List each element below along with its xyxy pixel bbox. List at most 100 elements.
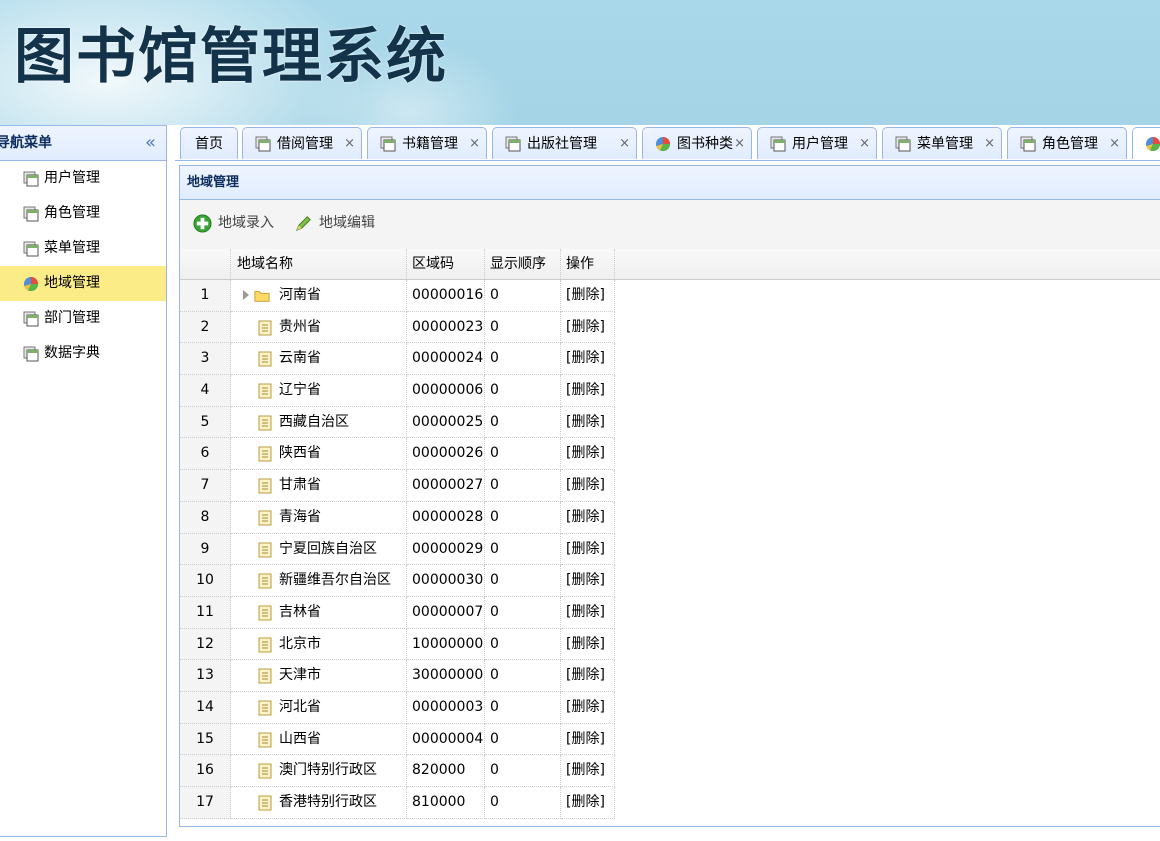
pie-chart-icon	[1146, 137, 1160, 152]
table-row[interactable]: 13 天津市 30000000 0 [删除]	[180, 660, 1160, 692]
tab-home[interactable]: 首页	[180, 127, 238, 159]
header-order[interactable]: 显示顺序	[485, 249, 561, 279]
delete-link[interactable]: [删除]	[561, 375, 615, 407]
table-row[interactable]: 12 北京市 10000000 0 [删除]	[180, 628, 1160, 661]
table-row[interactable]: 6 陕西省 00000026 0 [删除]	[180, 438, 1160, 471]
table-row[interactable]: 14 河北省 00000003 0 [删除]	[180, 691, 1160, 724]
row-number: 1	[180, 280, 231, 312]
nav-item[interactable]: 部门管理	[0, 301, 166, 336]
window-icon	[23, 206, 39, 222]
header-op[interactable]: 操作	[561, 249, 615, 279]
add-icon	[193, 214, 212, 233]
close-icon[interactable]: ×	[619, 128, 630, 159]
close-icon[interactable]: ×	[1109, 128, 1120, 159]
tab[interactable]: 出版社管理 ×	[492, 127, 637, 159]
window-icon	[23, 346, 39, 362]
region-name: 吉林省	[279, 603, 321, 620]
delete-link[interactable]: [删除]	[561, 533, 615, 566]
region-name-cell: 云南省	[231, 343, 407, 376]
region-name-cell: 河南省	[231, 280, 407, 312]
nav-item-label: 数据字典	[44, 345, 100, 361]
display-order: 0	[485, 406, 561, 439]
delete-link[interactable]: [删除]	[561, 470, 615, 502]
tab[interactable]: 用户管理 ×	[757, 127, 877, 159]
add-region-button[interactable]: 地域录入	[193, 212, 274, 234]
delete-link[interactable]: [删除]	[561, 343, 615, 376]
delete-link[interactable]: [删除]	[561, 501, 615, 534]
tab[interactable]: 菜单管理 ×	[882, 127, 1002, 159]
delete-link[interactable]: [删除]	[561, 628, 615, 661]
close-icon[interactable]: ×	[859, 128, 870, 159]
file-icon	[258, 795, 272, 811]
nav-item[interactable]: 用户管理	[0, 161, 166, 196]
table-row[interactable]: 17 香港特别行政区 810000 0 [删除]	[180, 787, 1160, 819]
delete-link[interactable]: [删除]	[561, 438, 615, 471]
table-row[interactable]: 2 贵州省 00000023 0 [删除]	[180, 311, 1160, 344]
file-icon	[258, 320, 272, 336]
tab[interactable]: 借阅管理 ×	[242, 127, 362, 159]
row-number: 4	[180, 375, 231, 407]
delete-link[interactable]: [删除]	[561, 565, 615, 597]
table-row[interactable]: 11 吉林省 00000007 0 [删除]	[180, 596, 1160, 629]
display-order: 0	[485, 691, 561, 724]
tab[interactable]: 书籍管理 ×	[367, 127, 487, 159]
delete-link[interactable]: [删除]	[561, 596, 615, 629]
nav-item[interactable]: 菜单管理	[0, 231, 166, 266]
table-row[interactable]: 10 新疆维吾尔自治区 00000030 0 [删除]	[180, 565, 1160, 597]
window-icon	[895, 136, 911, 152]
region-code: 00000006	[407, 375, 485, 407]
close-icon[interactable]: ×	[734, 128, 745, 159]
delete-link[interactable]: [删除]	[561, 406, 615, 439]
table-row[interactable]: 1 河南省 00000016 0 [删除]	[180, 280, 1160, 312]
nav-item[interactable]: 角色管理	[0, 196, 166, 231]
delete-link[interactable]: [删除]	[561, 755, 615, 787]
region-name-cell: 西藏自治区	[231, 406, 407, 439]
region-name-cell: 香港特别行政区	[231, 787, 407, 819]
region-name-cell: 吉林省	[231, 596, 407, 629]
region-name-cell: 天津市	[231, 660, 407, 692]
display-order: 0	[485, 723, 561, 756]
delete-link[interactable]: [删除]	[561, 787, 615, 819]
delete-link[interactable]: [删除]	[561, 723, 615, 756]
close-icon[interactable]: ×	[984, 128, 995, 159]
display-order: 0	[485, 755, 561, 787]
table-row[interactable]: 16 澳门特别行政区 820000 0 [删除]	[180, 755, 1160, 787]
delete-link[interactable]: [删除]	[561, 660, 615, 692]
region-code: 10000000	[407, 628, 485, 661]
file-icon	[258, 415, 272, 431]
table-row[interactable]: 9 宁夏回族自治区 00000029 0 [删除]	[180, 533, 1160, 566]
nav-item-label: 角色管理	[44, 205, 100, 221]
table-row[interactable]: 3 云南省 00000024 0 [删除]	[180, 343, 1160, 376]
window-icon	[505, 136, 521, 152]
expand-icon[interactable]	[243, 290, 249, 300]
collapse-icon[interactable]: «	[145, 126, 156, 160]
delete-link[interactable]: [删除]	[561, 691, 615, 724]
table-row[interactable]: 8 青海省 00000028 0 [删除]	[180, 501, 1160, 534]
tab-label: 菜单管理	[917, 136, 973, 152]
nav-item[interactable]: 地域管理	[0, 266, 166, 301]
delete-link[interactable]: [删除]	[561, 311, 615, 344]
table-row[interactable]: 15 山西省 00000004 0 [删除]	[180, 723, 1160, 756]
header-code[interactable]: 区域码	[407, 249, 485, 279]
table-row[interactable]: 5 西藏自治区 00000025 0 [删除]	[180, 406, 1160, 439]
file-icon	[258, 383, 272, 399]
tab-label: 借阅管理	[277, 136, 333, 152]
file-icon	[258, 446, 272, 462]
toolbar: 地域录入 地域编辑	[180, 200, 1160, 250]
tab[interactable]: 图书种类 ×	[642, 127, 752, 159]
table-row[interactable]: 7 甘肃省 00000027 0 [删除]	[180, 470, 1160, 502]
edit-region-button[interactable]: 地域编辑	[294, 212, 375, 234]
file-icon	[258, 542, 272, 557]
delete-link[interactable]: [删除]	[561, 280, 615, 312]
region-name-cell: 北京市	[231, 628, 407, 661]
close-icon[interactable]: ×	[469, 128, 480, 159]
header-name[interactable]: 地域名称	[231, 249, 407, 279]
table-row[interactable]: 4 辽宁省 00000006 0 [删除]	[180, 375, 1160, 407]
tab[interactable]: 角色管理 ×	[1007, 127, 1127, 159]
add-region-label: 地域录入	[218, 215, 274, 231]
close-icon[interactable]: ×	[344, 128, 355, 159]
tab-active-partial[interactable]	[1132, 127, 1160, 159]
nav-item[interactable]: 数据字典	[0, 336, 166, 371]
display-order: 0	[485, 660, 561, 692]
region-name-cell: 青海省	[231, 501, 407, 534]
